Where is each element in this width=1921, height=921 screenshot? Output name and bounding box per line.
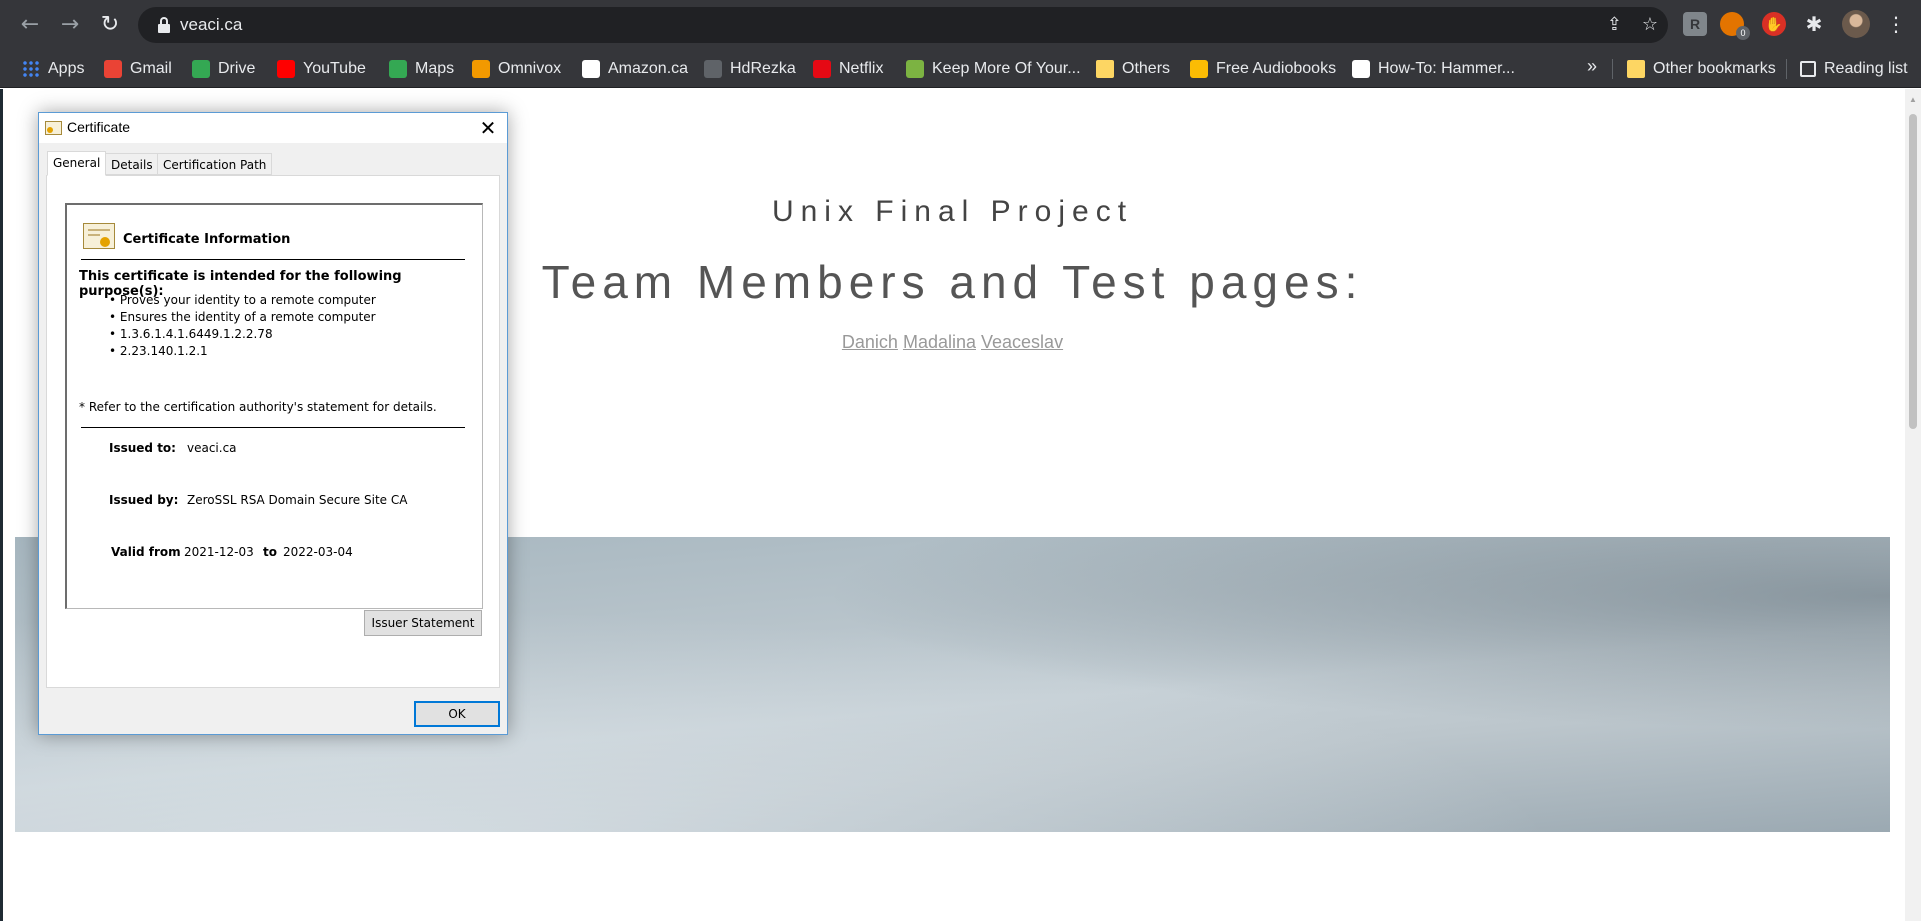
valid-to-value: 2022-03-04: [283, 545, 353, 559]
adblock-extension-icon[interactable]: ✋: [1762, 12, 1786, 36]
maps-icon: [389, 60, 407, 78]
gmail-icon: [104, 60, 122, 78]
bookmark-omnivox[interactable]: Omnivox: [472, 57, 561, 81]
amazon-icon: [582, 60, 600, 78]
keepmore-icon: [906, 60, 924, 78]
extension-badge: 0: [1736, 26, 1750, 40]
share-icon[interactable]: ⇪: [1607, 14, 1622, 35]
apps-grid-icon: [22, 60, 40, 78]
bookmark-netflix[interactable]: Netflix: [813, 57, 883, 81]
purpose-item: 1.3.6.1.4.1.6449.1.2.2.78: [109, 326, 376, 343]
bookmark-label: YouTube: [303, 60, 366, 77]
reading-list-icon: [1800, 61, 1816, 77]
ok-button[interactable]: OK: [414, 701, 500, 727]
bookmarks-divider: [1786, 59, 1787, 79]
bookmark-label: Gmail: [130, 60, 172, 77]
page-scrollbar[interactable]: ▲: [1905, 89, 1921, 921]
issued-by-value: ZeroSSL RSA Domain Secure Site CA: [187, 493, 408, 507]
bookmark-label: Omnivox: [498, 60, 562, 77]
bookmark-folder[interactable]: Others: [1096, 57, 1170, 81]
forward-arrow-icon[interactable]: →: [56, 11, 84, 39]
folder-icon: [1096, 60, 1114, 78]
bookmark-amazon[interactable]: Amazon.ca: [582, 57, 688, 81]
bookmark-howto[interactable]: How-To: Hammer...: [1352, 57, 1515, 81]
tab-details[interactable]: Details: [105, 153, 159, 175]
bookmark-star-icon[interactable]: ☆: [1642, 14, 1658, 35]
youtube-icon: [277, 60, 295, 78]
readlater-extension-icon[interactable]: R: [1683, 12, 1707, 36]
bookmark-label: HdRezka: [730, 60, 796, 77]
bookmark-label: Amazon.ca: [608, 60, 689, 77]
valid-to-label: to: [263, 545, 277, 559]
netflix-icon: [813, 60, 831, 78]
other-bookmarks-folder[interactable]: Other bookmarks: [1627, 57, 1776, 81]
valid-from-label: Valid from: [111, 545, 181, 559]
certificate-seal-icon: [83, 223, 115, 249]
valid-from-value: 2021-12-03: [184, 545, 254, 559]
bookmarks-divider: [1612, 59, 1613, 79]
purpose-list: Proves your identity to a remote compute…: [109, 292, 376, 360]
profile-avatar[interactable]: [1842, 10, 1870, 38]
address-bar[interactable]: veaci.ca ⇪ ☆: [138, 7, 1668, 43]
issued-to-label: Issued to:: [109, 441, 176, 455]
member-link-danich[interactable]: Danich: [842, 332, 898, 352]
reading-list-button[interactable]: Reading list: [1800, 57, 1908, 81]
bookmark-maps[interactable]: Maps: [389, 57, 454, 81]
info-title: Certificate Information: [123, 232, 291, 247]
more-bookmarks-icon[interactable]: »: [1587, 56, 1597, 77]
folder-icon: [1627, 60, 1645, 78]
bookmark-apps-grid[interactable]: Apps: [22, 57, 84, 81]
close-icon[interactable]: ✕: [469, 113, 507, 143]
drive-icon: [192, 60, 210, 78]
bookmark-label: Others: [1122, 60, 1171, 77]
bookmark-label: Apps: [48, 60, 85, 77]
bookmark-audiobooks[interactable]: Free Audiobooks: [1190, 57, 1336, 81]
scroll-up-arrow-icon[interactable]: ▲: [1909, 95, 1917, 104]
hdrezka-icon: [704, 60, 722, 78]
purpose-item: Proves your identity to a remote compute…: [109, 292, 376, 309]
avast-extension-icon[interactable]: 0: [1720, 12, 1750, 40]
bookmark-youtube[interactable]: YouTube: [277, 57, 366, 81]
issued-to-value: veaci.ca: [187, 441, 237, 455]
certificate-info-box: Certificate Information This certificate…: [65, 203, 483, 609]
issued-by-label: Issued by:: [109, 493, 179, 507]
reload-icon[interactable]: ↻: [96, 11, 124, 39]
refer-note: * Refer to the certification authority's…: [79, 400, 437, 414]
divider: [81, 427, 465, 428]
url-text[interactable]: veaci.ca: [180, 15, 242, 35]
member-link-veaceslav[interactable]: Veaceslav: [981, 332, 1063, 352]
bookmark-label: How-To: Hammer...: [1378, 60, 1515, 77]
purpose-item: Ensures the identity of a remote compute…: [109, 309, 376, 326]
lock-icon[interactable]: [158, 17, 170, 33]
bookmark-label: Free Audiobooks: [1216, 60, 1337, 77]
bookmark-label: Netflix: [839, 60, 884, 77]
dialog-title-bar[interactable]: Certificate ✕: [39, 113, 507, 143]
bookmark-drive[interactable]: Drive: [192, 57, 255, 81]
bookmark-label: Maps: [415, 60, 455, 77]
back-arrow-icon[interactable]: ←: [16, 11, 44, 39]
dialog-title: Certificate: [67, 119, 131, 135]
howto-icon: [1352, 60, 1370, 78]
bookmark-label: Drive: [218, 60, 256, 77]
browser-menu-icon[interactable]: ⋮: [1886, 11, 1906, 37]
tab-general[interactable]: General: [47, 151, 107, 176]
tab-certification-path[interactable]: Certification Path: [157, 153, 273, 175]
bookmark-label: Keep More Of Your...: [932, 60, 1081, 77]
scrollbar-thumb[interactable]: [1909, 114, 1917, 429]
bookmark-hdrezka[interactable]: HdRezka: [704, 57, 796, 81]
omnivox-icon: [472, 60, 490, 78]
divider: [81, 259, 465, 260]
certificate-icon: [45, 121, 62, 135]
issuer-statement-button[interactable]: Issuer Statement: [364, 610, 482, 636]
bookmark-gmail[interactable]: Gmail: [104, 57, 172, 81]
audiobooks-icon: [1190, 60, 1208, 78]
bookmark-keepmore[interactable]: Keep More Of Your...: [906, 57, 1081, 81]
purpose-item: 2.23.140.1.2.1: [109, 343, 376, 360]
certificate-dialog: Certificate ✕ General Details Certificat…: [38, 112, 508, 735]
extensions-puzzle-icon[interactable]: ✱: [1802, 12, 1826, 36]
browser-toolbar: ← → ↻ veaci.ca ⇪ ☆ R 0 ✋ ✱ ⋮: [0, 0, 1921, 50]
member-link-madalina[interactable]: Madalina: [903, 332, 976, 352]
